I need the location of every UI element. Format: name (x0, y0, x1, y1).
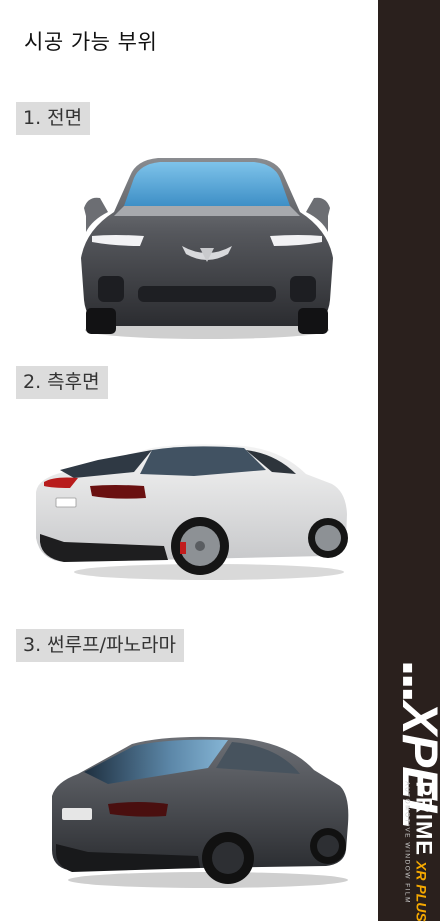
side-rear-car-image (36, 444, 348, 580)
front-car-image (81, 158, 333, 339)
section-label-front: 1. 전면 (16, 102, 91, 135)
prime-tagline: AUTOMOTIVE WINDOW FILM (403, 781, 411, 905)
prime-logo: PRIME XR PLUS AUTOMOTIVE WINDOW FILM (403, 781, 437, 922)
page-title: 시공 가능 부위 (24, 30, 158, 54)
section-label-side-rear: 2. 측후면 (16, 366, 108, 399)
sunroof-car-image (52, 736, 349, 888)
prime-wordmark: PRIME (411, 781, 437, 856)
logo-dots-icon: ▪▪▪ (398, 661, 420, 702)
prime-suffix: XR PLUS (413, 861, 430, 922)
section-label-sunroof: 3. 썬루프/파노라마 (16, 629, 184, 662)
main-panel: 시공 가능 부위 1. 전면 2. 측후면 3. 썬루프/파노라마 (0, 0, 378, 921)
